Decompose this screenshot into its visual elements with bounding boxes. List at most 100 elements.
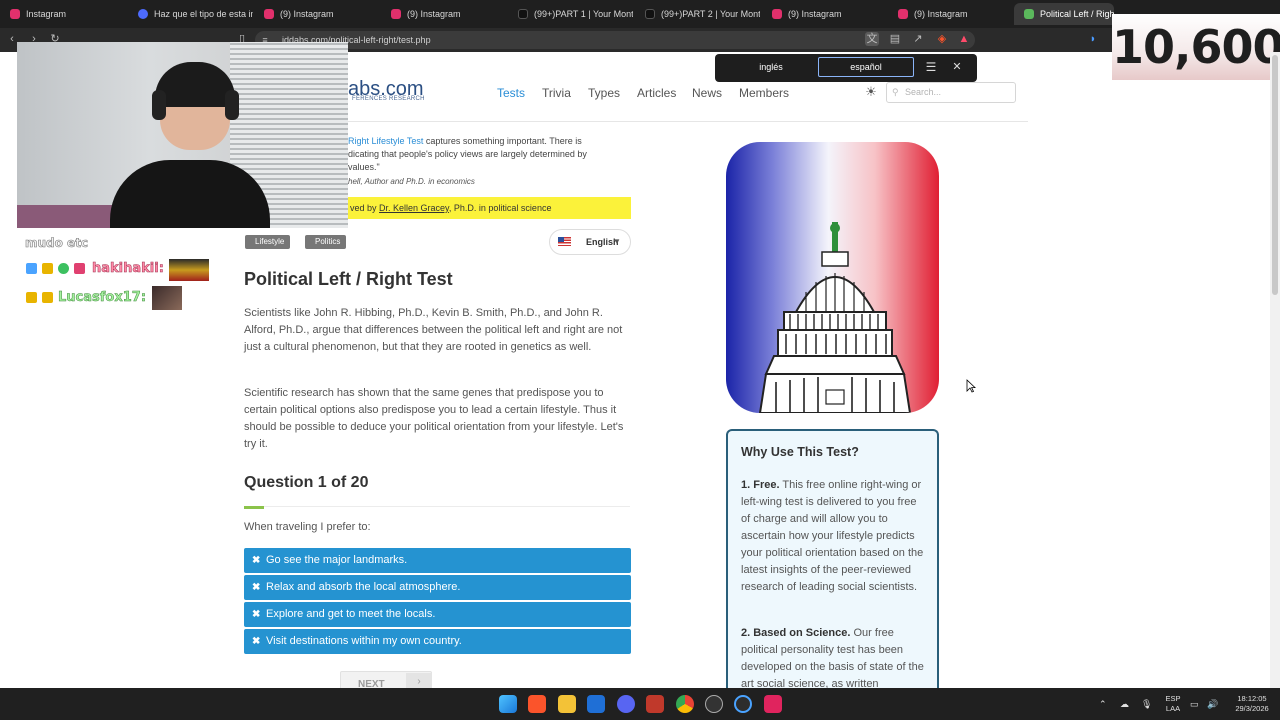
crown-icon [42, 292, 53, 303]
answer-label: Visit destinations within my own country… [266, 635, 462, 647]
news-app-icon[interactable] [646, 695, 664, 713]
why-box-title: Why Use This Test? [741, 445, 859, 459]
intro-paragraph-2: Scientific research has shown that the s… [244, 387, 624, 450]
browser-tab-strip: Instagram Haz que el tipo de esta im (9)… [0, 0, 1280, 28]
mouse-cursor-icon [966, 379, 976, 393]
crown-icon [42, 263, 53, 274]
reader-icon[interactable]: ▤ [888, 32, 902, 46]
tab-instagram-4[interactable]: (9) Instagram [762, 3, 887, 25]
headphones-right [225, 90, 239, 120]
instagram-icon [264, 9, 274, 19]
answer-option-3[interactable]: ✖ Explore and get to meet the locals. [244, 602, 631, 627]
chrome-icon[interactable] [676, 695, 694, 713]
close-icon: ✖ [252, 636, 261, 647]
instagram-icon [898, 9, 908, 19]
share-icon[interactable]: ↗ [911, 32, 925, 46]
instagram-icon [391, 9, 401, 19]
tab-title: (9) Instagram [407, 9, 461, 19]
onedrive-icon[interactable]: ☁ [1120, 699, 1129, 709]
nav-trivia[interactable]: Trivia [542, 86, 571, 100]
close-icon: ✖ [252, 555, 261, 566]
clock[interactable]: 18:12:05 29/3/2026 [1228, 694, 1276, 714]
volume-icon[interactable]: 🔊 [1207, 699, 1218, 709]
windows-start-icon[interactable] [499, 695, 517, 713]
tab-instagram-5[interactable]: (9) Instagram [888, 3, 1013, 25]
tab-tiktok-2[interactable]: (99+)PART 2 | Your Month [635, 3, 760, 25]
tag-lifestyle[interactable]: Lifestyle [245, 235, 291, 249]
tiktok-icon [518, 9, 528, 19]
why-point-free: 1. Free. This free online right-wing or … [741, 479, 924, 593]
answer-option-1[interactable]: ✖ Go see the major landmarks. [244, 548, 631, 573]
answer-option-4[interactable]: ✖ Visit destinations within my own countr… [244, 629, 631, 654]
nav-news[interactable]: News [692, 86, 722, 100]
file-explorer-icon[interactable] [558, 695, 576, 713]
quote-link[interactable]: Right Lifestyle Test [348, 136, 423, 146]
tab-haz-que[interactable]: Haz que el tipo de esta im [128, 3, 253, 25]
steam-icon[interactable] [705, 695, 723, 713]
search-icon: ⚲ [892, 87, 899, 97]
headphones-left [152, 90, 166, 120]
wallet-icon[interactable]: ◗ [1086, 32, 1100, 46]
tab-title: (9) Instagram [788, 9, 842, 19]
tab-title: Instagram [26, 9, 67, 19]
answer-option-2[interactable]: ✖ Relax and absorb the local atmosphere. [244, 575, 631, 600]
tab-title: (99+)PART 2 | Your Month [661, 9, 760, 19]
search-input[interactable]: ⚲ Search... [886, 82, 1016, 103]
capitol-dome-illustration [758, 222, 912, 413]
question-divider [244, 506, 630, 507]
translate-icon[interactable]: 文 [865, 32, 879, 46]
app-icon[interactable] [734, 695, 752, 713]
translate-target-lang[interactable]: español [818, 57, 914, 77]
scrollbar-thumb[interactable] [1272, 55, 1278, 295]
tab-title: (9) Instagram [914, 9, 968, 19]
bing-icon[interactable] [587, 695, 605, 713]
menu-icon[interactable]: ☰ [923, 59, 939, 75]
answer-label: Go see the major landmarks. [266, 554, 408, 566]
brave-rewards-icon[interactable]: ▲ [957, 32, 971, 46]
tab-instagram-2[interactable]: (9) Instagram [254, 3, 379, 25]
us-flag-icon [558, 237, 571, 246]
answer-label: Relax and absorb the local atmosphere. [266, 581, 461, 593]
site-logo-tagline: FERENCES RESEARCH [352, 96, 425, 102]
tab-instagram-1[interactable]: Instagram [0, 3, 125, 25]
input-language[interactable]: ESP LAA [1162, 694, 1184, 714]
page-title: Political Left / Right Test [244, 269, 453, 289]
idrlabs-icon [1024, 9, 1034, 19]
nav-tests[interactable]: Tests [497, 86, 525, 100]
reviewed-by-banner: ved by Dr. Kellen Gracey, Ph.D. in polit… [348, 197, 631, 219]
tab-instagram-3[interactable]: (9) Instagram [381, 3, 506, 25]
monitor-icon[interactable]: ▭ [1190, 699, 1199, 709]
tiktok-app-icon[interactable] [764, 695, 782, 713]
search-placeholder: Search... [905, 87, 942, 97]
tab-title: Haz que el tipo de esta im [154, 9, 253, 19]
tab-political-test[interactable]: Political Left / Right T [1014, 3, 1114, 25]
nav-types[interactable]: Types [588, 86, 620, 100]
nav-members[interactable]: Members [739, 86, 789, 100]
badge-icon [26, 263, 37, 274]
brave-browser-icon[interactable] [528, 695, 546, 713]
verified-icon [58, 263, 69, 274]
tab-title: (99+)PART 1 | Your Month [534, 9, 633, 19]
chevron-up-icon[interactable]: ⌃ [1099, 699, 1107, 709]
crown-icon [26, 292, 37, 303]
windows-taskbar [0, 688, 1280, 720]
tag-politics[interactable]: Politics [305, 235, 347, 249]
stream-counter: 10,600 [1112, 14, 1280, 80]
translate-source-lang[interactable]: inglés [727, 57, 815, 77]
microphone-icon[interactable]: 🎙 [1141, 699, 1152, 709]
discord-icon[interactable] [617, 695, 635, 713]
quote-line-3: values." [348, 162, 380, 172]
theme-toggle-icon[interactable]: ☀ [864, 85, 878, 99]
close-icon[interactable]: ✕ [949, 59, 965, 75]
quote-author: hell, Author and Ph.D. in economics [348, 177, 475, 186]
answer-label: Explore and get to meet the locals. [266, 608, 436, 620]
subscriber-icon [74, 263, 85, 274]
why-point-science: 2. Based on Science. Our free political … [741, 627, 924, 688]
instagram-icon [772, 9, 782, 19]
brave-shields-icon[interactable]: ◈ [935, 32, 949, 46]
nav-articles[interactable]: Articles [637, 86, 676, 100]
tab-tiktok-1[interactable]: (99+)PART 1 | Your Month [508, 3, 633, 25]
reviewer-link[interactable]: Dr. Kellen Gracey [379, 203, 449, 213]
tab-title: Political Left / Right T [1040, 9, 1114, 19]
chat-username: Lucasfox17: [58, 290, 147, 306]
